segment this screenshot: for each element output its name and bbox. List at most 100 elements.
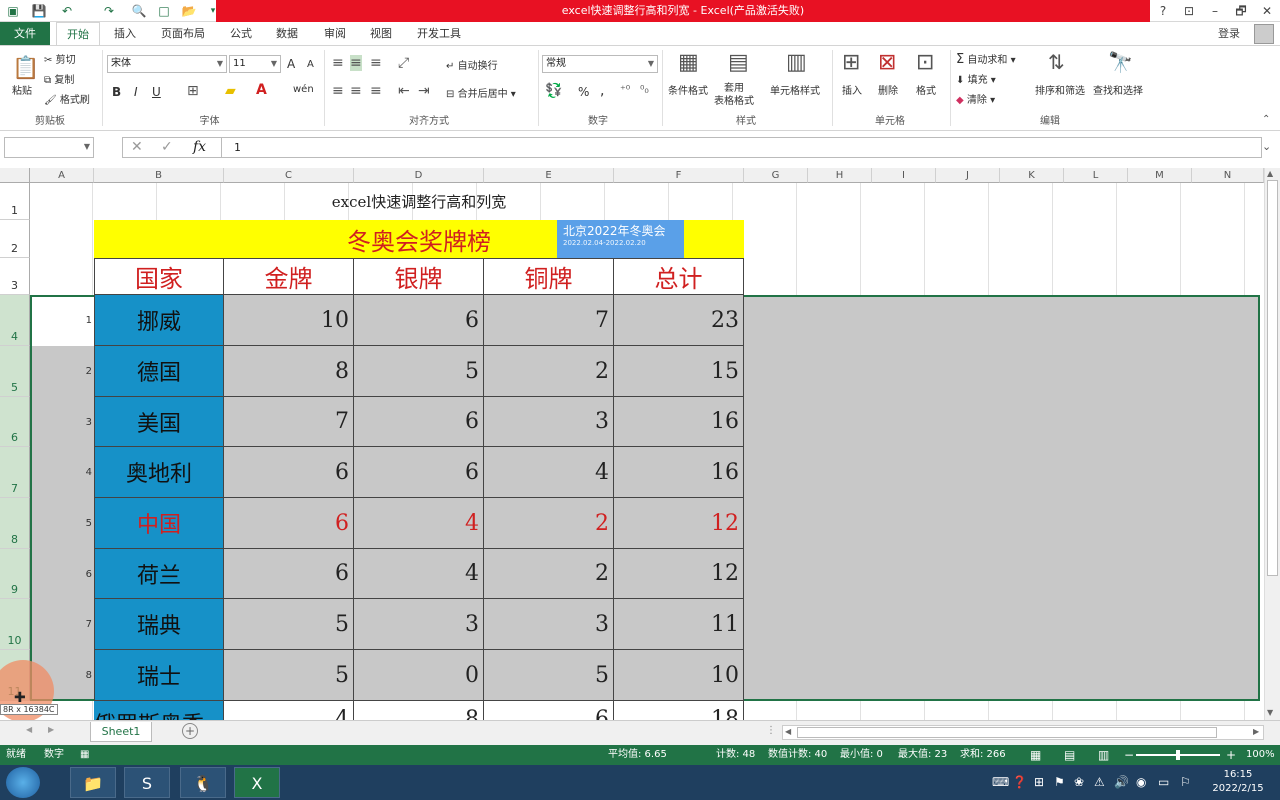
display-icon[interactable]: ◉: [1136, 775, 1146, 789]
avatar[interactable]: [1254, 24, 1274, 44]
row-header-2[interactable]: 2: [0, 220, 30, 258]
fill-button[interactable]: ⬇ 填充 ▾: [956, 71, 996, 86]
windows-flag-icon[interactable]: ⚑: [1054, 775, 1065, 789]
zoom-slider-thumb[interactable]: [1176, 750, 1180, 760]
bronze-cell[interactable]: 2: [484, 498, 614, 549]
volume-icon[interactable]: 🔊: [1114, 775, 1129, 789]
silver-cell[interactable]: 5: [354, 346, 484, 397]
country-cell[interactable]: 美国: [94, 397, 224, 447]
underline-button[interactable]: U: [152, 85, 161, 99]
column-header-e[interactable]: E: [484, 168, 614, 183]
row-index-cell[interactable]: 1: [30, 295, 94, 346]
insert-function-button[interactable]: fx: [193, 139, 206, 155]
conditional-format-icon[interactable]: ▦: [678, 50, 699, 75]
tab-insert[interactable]: 插入: [104, 22, 146, 45]
gold-cell[interactable]: 8: [224, 346, 354, 397]
increase-indent-icon[interactable]: ⇥: [418, 83, 430, 99]
wrap-text-button[interactable]: ↵ 自动换行: [446, 57, 498, 72]
merge-center-button[interactable]: ⊟ 合并后居中 ▾: [446, 85, 516, 100]
percent-button[interactable]: %: [578, 85, 589, 99]
delete-cells-button[interactable]: 删除: [878, 82, 898, 97]
total-cell[interactable]: 12: [614, 498, 744, 549]
split-handle-icon[interactable]: ⋮: [766, 725, 776, 736]
minimize-button[interactable]: –: [1202, 0, 1228, 22]
clear-button[interactable]: ◆ 清除 ▾: [956, 91, 995, 106]
tab-file[interactable]: 文件: [0, 22, 50, 45]
flower-icon[interactable]: ❀: [1074, 775, 1084, 789]
formula-input[interactable]: 1: [222, 137, 1262, 158]
align-center-icon[interactable]: ≡: [350, 83, 362, 99]
row-header-3[interactable]: 3: [0, 258, 30, 295]
number-format-combo[interactable]: 常规 ▼: [542, 55, 658, 73]
format-painter-button[interactable]: 🖌 格式刷: [44, 91, 90, 106]
currency-icon[interactable]: 💱: [545, 83, 562, 99]
macro-record-icon[interactable]: ▦: [80, 745, 89, 765]
hscroll-thumb[interactable]: [797, 727, 1217, 738]
country-cell[interactable]: 奥地利: [94, 447, 224, 498]
sort-filter-icon[interactable]: ⇅: [1048, 50, 1065, 74]
total-cell[interactable]: 16: [614, 397, 744, 447]
align-right-icon[interactable]: ≡: [370, 83, 382, 99]
bronze-cell[interactable]: 3: [484, 599, 614, 650]
font-size-combo[interactable]: 11 ▼: [229, 55, 281, 73]
row-header-10[interactable]: 10: [0, 599, 30, 650]
row-index-cell[interactable]: 3: [30, 397, 94, 447]
gold-cell[interactable]: 5: [224, 650, 354, 701]
insert-cells-icon[interactable]: ⊞: [842, 50, 860, 75]
column-header-c[interactable]: C: [224, 168, 354, 183]
insert-cells-button[interactable]: 插入: [842, 82, 862, 97]
font-color-icon[interactable]: A: [256, 82, 267, 98]
cancel-icon[interactable]: ✕: [131, 139, 143, 155]
row-index-cell[interactable]: 2: [30, 346, 94, 397]
save-icon[interactable]: 💾: [30, 2, 48, 20]
name-box[interactable]: ▼: [4, 137, 94, 158]
autosum-button[interactable]: Σ 自动求和 ▾: [956, 51, 1016, 67]
silver-cell[interactable]: 6: [354, 295, 484, 346]
bronze-cell[interactable]: 2: [484, 346, 614, 397]
total-cell[interactable]: 15: [614, 346, 744, 397]
column-header-k[interactable]: K: [1000, 168, 1064, 183]
increase-font-button[interactable]: A: [287, 57, 295, 71]
format-cells-icon[interactable]: ⊡: [916, 50, 934, 75]
binoculars-icon[interactable]: 🔭: [1108, 50, 1133, 74]
format-table-button[interactable]: 套用 表格格式: [714, 82, 754, 108]
align-bottom-icon[interactable]: ≡: [370, 55, 382, 71]
select-all-button[interactable]: [0, 168, 30, 183]
gold-cell[interactable]: 7: [224, 397, 354, 447]
start-button[interactable]: [6, 767, 40, 798]
page-break-view-icon[interactable]: ▥: [1098, 745, 1109, 765]
bronze-cell[interactable]: 3: [484, 397, 614, 447]
country-cell[interactable]: 瑞典: [94, 599, 224, 650]
cut-button[interactable]: ✂ 剪切: [44, 51, 76, 66]
column-header-h[interactable]: H: [808, 168, 872, 183]
gold-cell[interactable]: 5: [224, 599, 354, 650]
gold-cell[interactable]: 6: [224, 549, 354, 599]
row-header-6[interactable]: 6: [0, 397, 30, 447]
find-select-button[interactable]: 查找和选择: [1093, 82, 1143, 97]
gold-cell[interactable]: 6: [224, 498, 354, 549]
gold-cell[interactable]: 10: [224, 295, 354, 346]
zoom-in-icon[interactable]: +: [1226, 745, 1236, 765]
row-header-9[interactable]: 9: [0, 549, 30, 599]
fill-color-icon[interactable]: ▰: [225, 83, 236, 99]
country-cell[interactable]: 挪威: [94, 295, 224, 346]
zoom-out-icon[interactable]: −: [1124, 745, 1134, 765]
new-icon[interactable]: □: [155, 2, 173, 20]
row-header-8[interactable]: 8: [0, 498, 30, 549]
orientation-icon[interactable]: ⤢: [398, 55, 409, 71]
close-button[interactable]: ✕: [1254, 0, 1280, 22]
silver-cell[interactable]: 0: [354, 650, 484, 701]
keyboard-icon[interactable]: ⌨: [992, 775, 1009, 789]
open-icon[interactable]: 📂: [180, 2, 198, 20]
column-header-l[interactable]: L: [1064, 168, 1128, 183]
partial-silver-cell[interactable]: 8: [354, 701, 484, 720]
collapse-ribbon-icon[interactable]: ⌃: [1262, 114, 1270, 125]
row-index-cell[interactable]: 7: [30, 599, 94, 650]
column-header-d[interactable]: D: [354, 168, 484, 183]
bold-button[interactable]: B: [112, 85, 121, 99]
italic-button[interactable]: I: [134, 85, 138, 99]
header-total[interactable]: 总计: [614, 258, 744, 295]
expand-formula-icon[interactable]: ⌄: [1262, 140, 1271, 153]
format-table-icon[interactable]: ▤: [728, 50, 749, 75]
align-top-icon[interactable]: ≡: [332, 55, 344, 71]
